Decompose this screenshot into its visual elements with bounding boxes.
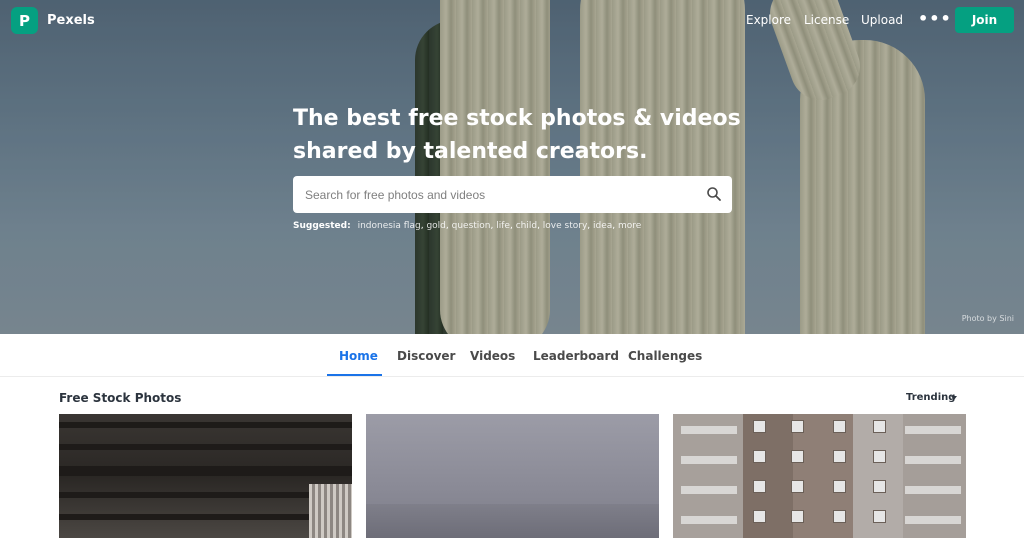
suggested-searches: Suggested: indonesia flag, gold, questio… — [293, 221, 642, 231]
photo-balcony — [905, 426, 961, 434]
photo-window — [873, 510, 886, 523]
search-input[interactable] — [305, 176, 695, 213]
photo-window — [791, 450, 804, 463]
photo-card[interactable] — [673, 414, 966, 538]
tab-home[interactable]: Home — [339, 349, 378, 363]
photo-window — [753, 510, 766, 523]
nav-explore-link[interactable]: Explore — [746, 13, 791, 27]
suggested-tag[interactable]: gold — [426, 221, 445, 231]
suggested-more-link[interactable]: more — [618, 221, 641, 231]
search-icon[interactable] — [706, 186, 722, 202]
active-tab-indicator — [327, 374, 382, 376]
suggested-tag[interactable]: child — [516, 221, 537, 231]
photo-horizon — [366, 504, 659, 538]
top-nav: P Pexels Explore License Upload ••• Join — [0, 0, 1024, 40]
hero-headline-line-1: The best free stock photos & videos — [293, 106, 741, 131]
photo-window — [873, 480, 886, 493]
photo-card[interactable] — [59, 414, 352, 538]
photo-window — [833, 450, 846, 463]
chevron-down-icon[interactable] — [951, 396, 957, 400]
photo-balcony — [905, 486, 961, 494]
join-button[interactable]: Join — [955, 7, 1014, 33]
tab-leaderboard[interactable]: Leaderboard — [533, 349, 619, 363]
photo-balcony — [905, 516, 961, 524]
suggested-label: Suggested: — [293, 221, 351, 231]
photo-window — [791, 420, 804, 433]
suggested-tag[interactable]: idea — [593, 221, 612, 231]
photo-window — [833, 510, 846, 523]
suggested-tag[interactable]: life — [496, 221, 510, 231]
tab-discover[interactable]: Discover — [397, 349, 455, 363]
nav-upload-link[interactable]: Upload — [861, 13, 903, 27]
section-title: Free Stock Photos — [59, 391, 182, 405]
photo-balcony — [905, 456, 961, 464]
photo-balcony — [681, 486, 737, 494]
photo-card[interactable] — [366, 414, 659, 538]
tab-videos[interactable]: Videos — [470, 349, 515, 363]
more-menu-icon[interactable]: ••• — [918, 9, 952, 28]
main-tabs: Home Discover Videos Leaderboard Challen… — [0, 334, 1024, 377]
photo-structure-beam — [59, 466, 352, 476]
suggested-tag[interactable]: question — [452, 221, 491, 231]
photo-window — [791, 510, 804, 523]
pexels-logo-icon[interactable]: P — [11, 7, 38, 34]
photo-window — [833, 480, 846, 493]
photo-window — [873, 420, 886, 433]
photo-balcony — [681, 426, 737, 434]
hero-headline-line-2: shared by talented creators. — [293, 139, 648, 164]
photo-balcony — [681, 456, 737, 464]
photo-building-center-left — [743, 414, 793, 538]
tab-challenges[interactable]: Challenges — [628, 349, 702, 363]
nav-license-link[interactable]: License — [804, 13, 849, 27]
suggested-tag[interactable]: love story — [543, 221, 587, 231]
photo-credit[interactable]: Photo by Sini — [962, 314, 1014, 323]
brand-name[interactable]: Pexels — [47, 13, 95, 28]
hero-headline: The best free stock photos & videos shar… — [293, 102, 753, 168]
search-bar — [293, 176, 732, 213]
sort-dropdown[interactable]: Trending — [906, 392, 955, 403]
photo-structure-beam — [59, 444, 352, 450]
photo-window — [753, 450, 766, 463]
photo-window — [753, 420, 766, 433]
photo-window — [833, 420, 846, 433]
hero-banner: P Pexels Explore License Upload ••• Join… — [0, 0, 1024, 334]
photo-window — [873, 450, 886, 463]
photo-wall-slats — [309, 484, 352, 538]
photo-structure-beam — [59, 422, 352, 428]
photo-window — [791, 480, 804, 493]
suggested-tag[interactable]: indonesia flag — [358, 221, 421, 231]
photo-window — [753, 480, 766, 493]
photo-balcony — [681, 516, 737, 524]
